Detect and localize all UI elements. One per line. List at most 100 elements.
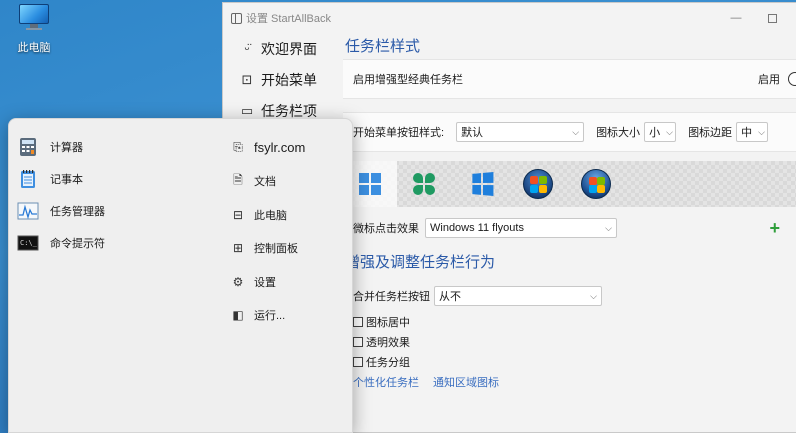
svg-text:C:\_: C:\_ — [20, 239, 38, 247]
taskbar-settings-panel: 任务栏样式 启用增强型经典任务栏 启用 开始菜单按钮样式: 默认 ⌵ 图标大小 … — [343, 33, 796, 432]
checkbox-label: 透明效果 — [366, 337, 410, 349]
clover-logo-icon — [413, 173, 435, 195]
notepad-icon — [17, 168, 39, 190]
nav-item-welcome[interactable]: ᵕ̈ 欢迎界面 — [227, 33, 331, 64]
combine-buttons-row: 合并任务栏按钮 从不 ⌵ — [343, 279, 796, 313]
control-panel-icon: ⊞ — [232, 241, 244, 256]
app-item-calculator[interactable]: 计算器 — [17, 131, 217, 163]
icon-size-select[interactable]: 小 ⌵ — [644, 122, 677, 142]
enhanced-classic-toggle[interactable] — [788, 72, 796, 86]
title-bar[interactable]: 设置 StartAllBack — — [223, 3, 796, 33]
app-item-label: 记事本 — [50, 174, 83, 186]
start-orb-picker — [343, 161, 796, 207]
checkbox-label: 图标居中 — [366, 317, 410, 329]
select-value: 默认 — [461, 127, 484, 139]
toggle-state-label: 启用 — [758, 74, 780, 86]
computer-icon: ⊟ — [232, 207, 244, 222]
window-title: 设置 StartAllBack — [246, 13, 331, 25]
checkbox-center-icons[interactable]: 图标居中 — [353, 314, 410, 330]
place-item-settings[interactable]: ⚙ 设置 — [231, 265, 349, 299]
win7-orb-icon — [523, 169, 553, 199]
chevron-down-icon: ⌵ — [572, 126, 580, 137]
terminal-icon: C:\_ — [17, 232, 39, 254]
enhanced-classic-label: 启用增强型经典任务栏 — [353, 74, 463, 86]
start-button-style-row: 开始菜单按钮样式: 默认 ⌵ 图标大小 小 ⌵ 图标边距 中 ⌵ — [343, 112, 796, 152]
place-item-run[interactable]: ◧ 运行... — [231, 299, 349, 333]
select-value: 小 — [649, 127, 661, 139]
place-item-label: 文档 — [254, 176, 276, 189]
app-icon — [231, 12, 242, 24]
select-value: 从不 — [439, 291, 461, 303]
place-item-label: fsylr.com — [254, 140, 306, 156]
link-notification-icons[interactable]: 通知区域图标 — [433, 374, 499, 390]
checkbox[interactable] — [353, 337, 363, 347]
start-button-style-select[interactable]: 默认 ⌵ — [456, 122, 585, 142]
app-item-command-prompt[interactable]: C:\_ 命令提示符 — [17, 227, 217, 259]
icon-click-select[interactable]: Windows 11 flyouts ⌵ — [425, 218, 617, 238]
start-button-style-label: 开始菜单按钮样式: — [353, 127, 445, 139]
place-item-label: 此电脑 — [254, 209, 287, 222]
section-title: 任务栏样式 — [345, 38, 421, 55]
nav-item-label: 开始菜单 — [261, 71, 317, 88]
nav-item-start-menu[interactable]: ⊡ 开始菜单 — [227, 64, 331, 95]
app-item-task-manager[interactable]: 任务管理器 — [17, 195, 217, 227]
checkbox-transparency[interactable]: 透明效果 — [353, 334, 410, 350]
link-personalize-taskbar[interactable]: 个性化任务栏 — [353, 374, 419, 390]
icon-click-row: 微标点击效果 Windows 11 flyouts ⌵ + — [343, 211, 796, 245]
icon-margin-select[interactable]: 中 ⌵ — [736, 122, 769, 142]
place-item-documents[interactable]: 🗎 文档 — [231, 165, 349, 199]
combine-select[interactable]: 从不 ⌵ — [434, 286, 602, 306]
calculator-icon — [17, 136, 39, 158]
icon-size-label: 图标大小 — [596, 127, 641, 139]
start-menu-icon: ⊡ — [241, 71, 253, 87]
smile-icon: ᵕ̈ — [244, 41, 250, 56]
section-title-behavior: 增强及调整任务栏行为 — [345, 254, 496, 271]
computer-icon — [17, 2, 51, 30]
app-item-label: 命令提示符 — [50, 238, 105, 250]
maximize-icon — [767, 13, 777, 23]
combine-label: 合并任务栏按钮 — [353, 291, 430, 303]
vista-orb-icon — [581, 169, 611, 199]
app-item-label: 任务管理器 — [50, 206, 105, 218]
orb-option-clover[interactable] — [397, 161, 451, 207]
orb-option-vista[interactable] — [569, 161, 623, 207]
app-item-notepad[interactable]: 记事本 — [17, 163, 217, 195]
select-value: 中 — [741, 127, 753, 139]
checkbox-label: 任务分组 — [366, 357, 410, 369]
app-item-label: 计算器 — [50, 142, 83, 154]
place-item-label: 控制面板 — [254, 243, 298, 256]
add-button[interactable]: + — [769, 218, 780, 239]
desktop-icon-this-pc[interactable]: 此电脑 — [10, 2, 58, 55]
checkbox[interactable] — [353, 357, 363, 367]
checkbox-grouping[interactable]: 任务分组 — [353, 354, 410, 370]
icon-click-label: 微标点击效果 — [353, 223, 419, 235]
chevron-down-icon: ⌵ — [590, 290, 597, 301]
chevron-down-icon: ⌵ — [666, 126, 673, 137]
document-icon: 🗎 — [233, 172, 243, 187]
place-item-this-pc[interactable]: ⊟ 此电脑 — [231, 198, 349, 232]
user-folder-icon: ⎘ — [233, 140, 243, 155]
gear-icon: ⚙ — [232, 274, 244, 289]
start-app-list: 计算器 记事本 任务管理器 C:\_ 命令提示符 — [17, 131, 217, 259]
settings-nav: ᵕ̈ 欢迎界面 ⊡ 开始菜单 ▭ 任务栏项 — [223, 33, 335, 126]
task-manager-icon — [17, 200, 39, 222]
icon-margin-label: 图标边距 — [688, 127, 733, 139]
desktop-icon-label: 此电脑 — [17, 42, 51, 54]
place-item-label: 运行... — [254, 310, 286, 323]
win10-logo-icon — [472, 171, 494, 197]
maximize-button[interactable] — [754, 3, 790, 33]
behavior-links: 个性化任务栏 通知区域图标 — [353, 374, 499, 390]
place-item-label: 设置 — [254, 276, 276, 289]
nav-item-label: 欢迎界面 — [261, 40, 317, 57]
select-value: Windows 11 flyouts — [430, 222, 524, 234]
place-item-user[interactable]: ⎘ fsylr.com — [231, 131, 349, 165]
taskbar-icon: ▭ — [240, 102, 254, 118]
chevron-down-icon: ⌵ — [605, 222, 612, 233]
orb-option-win7[interactable] — [511, 161, 565, 207]
start-places-list: ⎘ fsylr.com 🗎 文档 ⊟ 此电脑 ⊞ 控制面板 ⚙ 设置 ◧ 运行.… — [231, 131, 349, 332]
minimize-button[interactable]: — — [718, 3, 754, 33]
orb-option-win10[interactable] — [455, 161, 509, 207]
chevron-down-icon: ⌵ — [758, 126, 765, 137]
checkbox[interactable] — [353, 317, 363, 327]
place-item-control-panel[interactable]: ⊞ 控制面板 — [231, 232, 349, 266]
